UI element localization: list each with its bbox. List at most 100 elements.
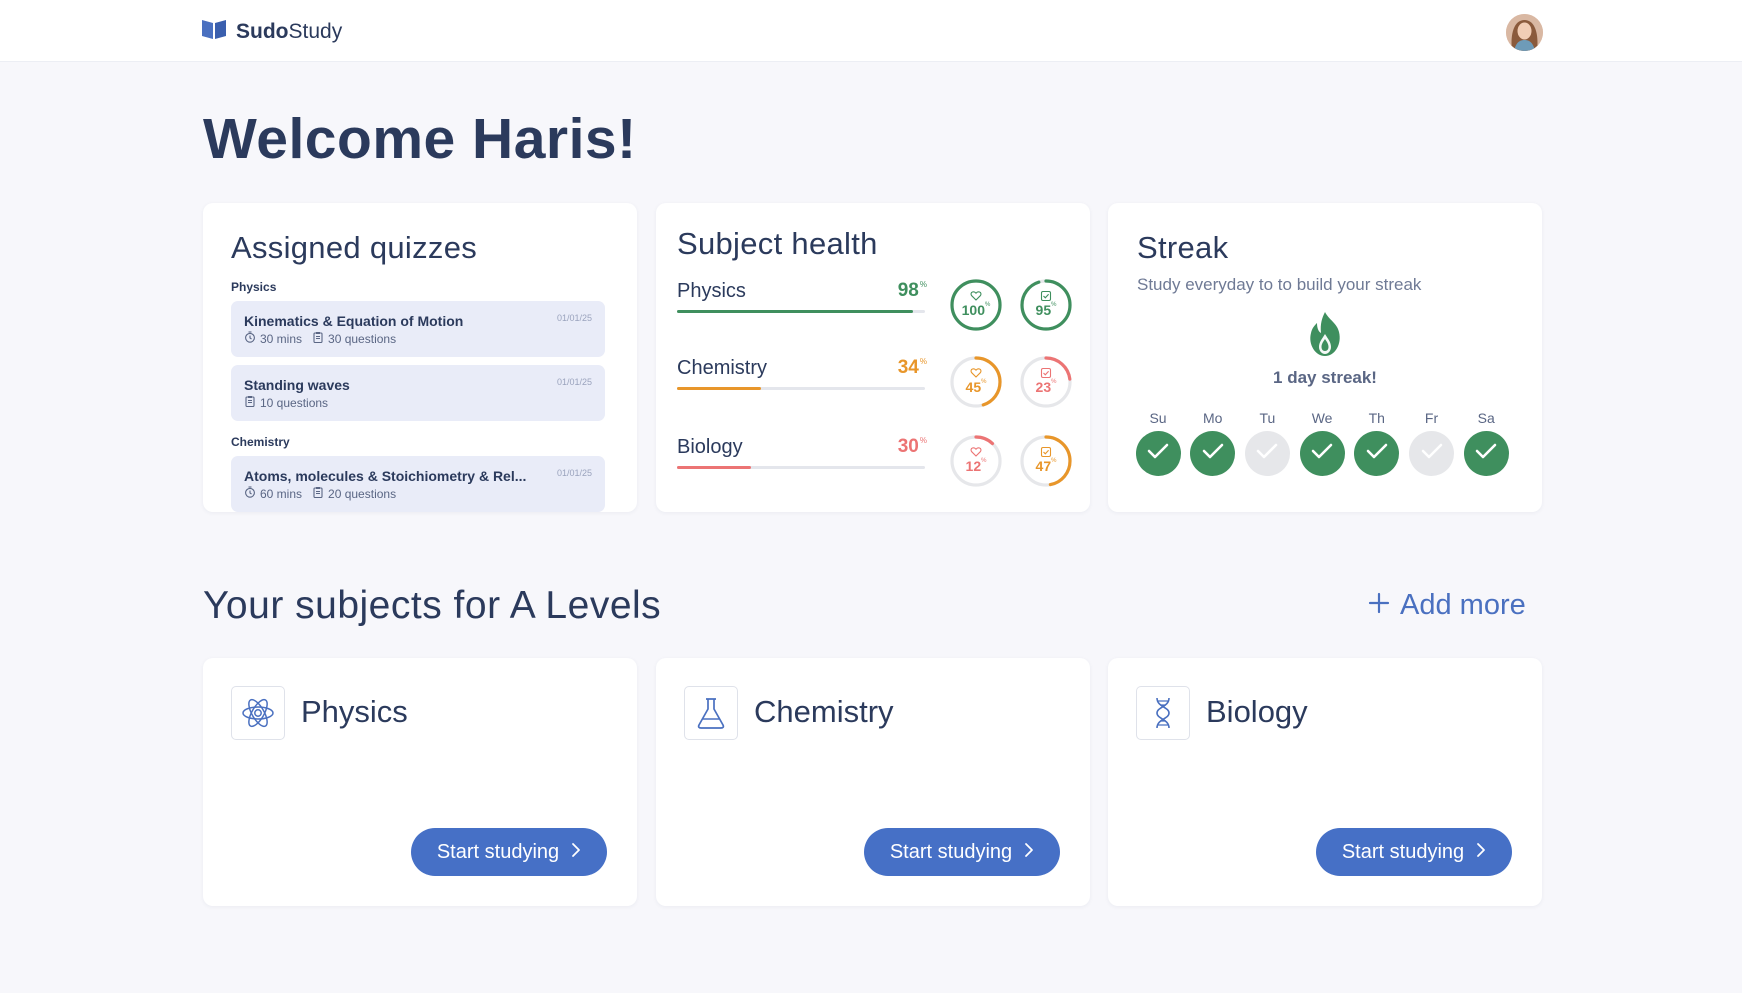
streak-day-sa: Sa	[1463, 410, 1509, 476]
clipboard-icon	[312, 331, 324, 346]
start-studying-button[interactable]: Start studying	[864, 828, 1060, 876]
streak-day-tu: Tu	[1244, 410, 1290, 476]
quiz-group-label: Chemistry	[231, 435, 290, 449]
quiz-questions: 10 questions	[260, 395, 329, 410]
subject-health-card: Subject health Physics 98% 100% 95% Chemistr…	[656, 203, 1090, 512]
quiz-group-label: Physics	[231, 280, 277, 294]
health-progress-fill	[677, 466, 752, 469]
ring-value: 45%	[965, 379, 987, 395]
subject-card-physics: Physics Start studying	[203, 658, 637, 906]
day-label: Sa	[1477, 410, 1495, 426]
quiz-duration: 30 mins	[260, 331, 303, 346]
quiz-title: Kinematics & Equation of Motion	[244, 313, 464, 329]
health-ring-wellbeing: 45%	[948, 354, 1004, 410]
chevron-right-icon	[1476, 841, 1486, 864]
health-row-physics[interactable]: Physics 98% 100% 95%	[656, 277, 1090, 340]
quiz-meta: 60 mins 20 questions	[244, 486, 396, 501]
health-score: 98%	[897, 280, 927, 301]
health-ring-completion: 95%	[1018, 277, 1074, 333]
day-label: Fr	[1424, 410, 1439, 426]
flask-icon	[684, 686, 738, 740]
health-score: 30%	[897, 436, 927, 457]
page-title: Welcome Haris!	[203, 107, 637, 171]
day-label: We	[1311, 410, 1333, 426]
start-studying-label: Start studying	[1341, 840, 1465, 863]
day-label: Tu	[1259, 410, 1276, 426]
streak-subtitle: Study everyday to to build your streak	[1137, 275, 1422, 294]
quiz-meta: 30 mins 30 questions	[244, 331, 396, 346]
start-studying-label: Start studying	[889, 840, 1013, 863]
quiz-item[interactable]: Atoms, molecules & Stoichiometry & Rel..…	[231, 456, 605, 512]
start-studying-label: Start studying	[436, 840, 560, 863]
streak-count-label: 1 day streak!	[1273, 368, 1377, 387]
health-progress-fill	[677, 387, 762, 390]
subject-card-chemistry: Chemistry Start studying	[656, 658, 1090, 906]
quiz-item[interactable]: Kinematics & Equation of Motion 01/01/25…	[231, 301, 605, 357]
health-ring-completion: 47%	[1018, 433, 1074, 489]
streak-day-th: Th	[1354, 410, 1400, 476]
day-status	[1409, 431, 1454, 476]
day-status	[1244, 431, 1290, 476]
brand-name: SudoStudy	[236, 19, 343, 43]
timer-icon	[244, 486, 256, 501]
ring-value: 47%	[1035, 458, 1057, 474]
health-ring-wellbeing: 12%	[948, 433, 1004, 489]
clipboard-icon	[312, 486, 324, 501]
check-icon	[1202, 442, 1224, 465]
quiz-title: Standing waves	[244, 377, 350, 393]
ring-value: 12%	[965, 458, 987, 474]
health-row-chemistry[interactable]: Chemistry 34% 45% 23%	[656, 354, 1090, 417]
plus-icon	[1368, 589, 1390, 622]
health-subject-name: Physics	[677, 280, 746, 302]
subject-name: Physics	[301, 694, 408, 729]
check-icon	[1421, 442, 1443, 465]
brand-logo[interactable]: SudoStudy	[201, 18, 342, 45]
subjects-section-title: Your subjects for A Levels	[203, 584, 662, 627]
add-more-button[interactable]: Add more	[1368, 589, 1526, 622]
check-icon	[1366, 442, 1388, 465]
assigned-quizzes-title: Assigned quizzes	[231, 230, 478, 265]
quiz-date: 01/01/25	[556, 377, 592, 387]
health-row-biology[interactable]: Biology 30% 12% 47%	[656, 433, 1090, 496]
quiz-questions: 30 questions	[328, 331, 397, 346]
ring-value: 95%	[1035, 302, 1057, 318]
avatar[interactable]	[1506, 14, 1543, 51]
subject-name: Chemistry	[754, 694, 894, 729]
subject-name: Biology	[1206, 694, 1308, 729]
streak-day-fr: Fr	[1409, 410, 1455, 476]
day-status	[1135, 431, 1181, 476]
book-icon	[201, 18, 227, 45]
day-label: Su	[1149, 410, 1167, 426]
health-ring-completion: 23%	[1018, 354, 1074, 410]
check-icon	[1256, 442, 1278, 465]
chevron-right-icon	[1024, 841, 1034, 864]
health-score: 34%	[897, 357, 927, 378]
streak-card: Streak Study everyday to to build your s…	[1108, 203, 1542, 512]
add-more-label: Add more	[1400, 589, 1526, 621]
dna-icon	[1136, 686, 1190, 740]
chevron-right-icon	[571, 841, 581, 864]
streak-day-su: Su	[1135, 410, 1181, 476]
health-progress-track	[677, 310, 925, 313]
quiz-date: 01/01/25	[556, 468, 592, 478]
streak-day-we: We	[1299, 410, 1345, 476]
subject-card-biology: Biology Start studying	[1108, 658, 1542, 906]
health-progress-fill	[677, 310, 913, 313]
atom-icon	[231, 686, 285, 740]
start-studying-button[interactable]: Start studying	[411, 828, 607, 876]
top-bar: SudoStudy	[0, 0, 1742, 62]
subject-health-title: Subject health	[677, 226, 878, 261]
day-label: Mo	[1202, 410, 1223, 426]
health-ring-wellbeing: 100%	[948, 277, 1004, 333]
streak-day-mo: Mo	[1190, 410, 1236, 476]
health-subject-name: Biology	[677, 436, 743, 458]
quiz-item[interactable]: Standing waves 01/01/25 10 questions	[231, 365, 605, 421]
ring-value: 23%	[1035, 379, 1057, 395]
check-icon	[1475, 442, 1497, 465]
health-progress-track	[677, 466, 925, 469]
start-studying-button[interactable]: Start studying	[1316, 828, 1512, 876]
ring-value: 100%	[961, 302, 991, 318]
day-status	[1354, 431, 1400, 476]
check-icon	[1311, 442, 1333, 465]
check-icon	[1147, 442, 1169, 465]
